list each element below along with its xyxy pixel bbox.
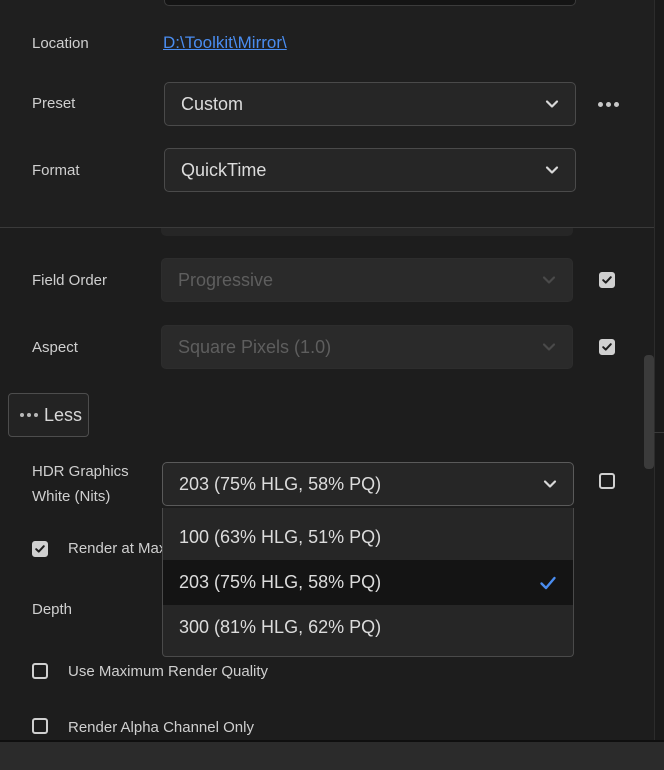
hdr-match-checkbox[interactable] [599,473,615,489]
chevron-down-icon [542,273,556,287]
location-link[interactable]: D:\Toolkit\Mirror\ [163,33,287,53]
checkmark-icon [35,545,45,553]
field-order-match-checkbox[interactable] [599,272,615,288]
more-horizontal-icon[interactable] [598,97,624,111]
format-select[interactable]: QuickTime [164,148,576,192]
menu-item-label: 100 (63% HLG, 51% PQ) [179,527,382,547]
preset-label: Preset [32,95,76,112]
hdr-white-dropdown-menu: 100 (63% HLG, 51% PQ) 203 (75% HLG, 58% … [162,508,574,657]
divider [654,432,664,433]
aspect-select[interactable]: Square Pixels (1.0) [161,325,573,369]
field-order-value: Progressive [178,269,274,290]
preset-select[interactable]: Custom [164,82,576,126]
render-max-depth-checkbox[interactable] [32,541,48,557]
field-order-select[interactable]: Progressive [161,258,573,302]
aspect-match-checkbox[interactable] [599,339,615,355]
chevron-down-icon [542,340,556,354]
hdr-label-line1: HDR Graphics [32,463,129,480]
chevron-down-icon [543,477,557,491]
menu-item-selected[interactable]: 203 (75% HLG, 58% PQ) [163,560,573,605]
hdr-white-value: 203 (75% HLG, 58% PQ) [179,473,382,494]
output-settings-panel: Location D:\Toolkit\Mirror\ Preset Custo… [0,0,654,228]
more-horizontal-icon [20,413,38,417]
format-value: QuickTime [181,159,267,180]
hdr-label-line2: White (Nits) [32,488,111,505]
checkmark-icon [602,343,612,351]
checkmark-icon [602,276,612,284]
alpha-only-checkbox[interactable] [32,718,48,734]
chevron-down-icon [545,97,559,111]
clipped-field [161,228,573,236]
depth-label: Depth [32,601,73,618]
menu-item[interactable]: 300 (81% HLG, 62% PQ) [163,605,573,650]
menu-item-label: 300 (81% HLG, 62% PQ) [179,617,382,637]
max-render-quality-checkbox[interactable] [32,663,48,679]
scrollbar-thumb[interactable] [644,355,654,469]
max-render-quality-label: Use Maximum Render Quality [68,663,269,680]
dialog-footer [0,740,664,770]
format-label: Format [32,162,80,179]
less-button[interactable]: Less [8,393,89,437]
less-label: Less [44,404,83,425]
location-label: Location [32,35,89,52]
output-name-field[interactable] [164,0,576,6]
alpha-only-label: Render Alpha Channel Only [68,719,254,736]
scrollbar-track[interactable] [654,0,664,740]
render-max-depth-label: Render at Max [68,540,167,557]
menu-item-label: 203 (75% HLG, 58% PQ) [179,572,382,592]
aspect-label: Aspect [32,339,78,356]
preset-value: Custom [181,93,244,114]
field-order-label: Field Order [32,272,108,289]
menu-item[interactable]: 100 (63% HLG, 51% PQ) [163,515,573,560]
aspect-value: Square Pixels (1.0) [178,336,332,357]
checkmark-icon [539,574,557,592]
chevron-down-icon [545,163,559,177]
hdr-white-select[interactable]: 203 (75% HLG, 58% PQ) [162,462,574,506]
